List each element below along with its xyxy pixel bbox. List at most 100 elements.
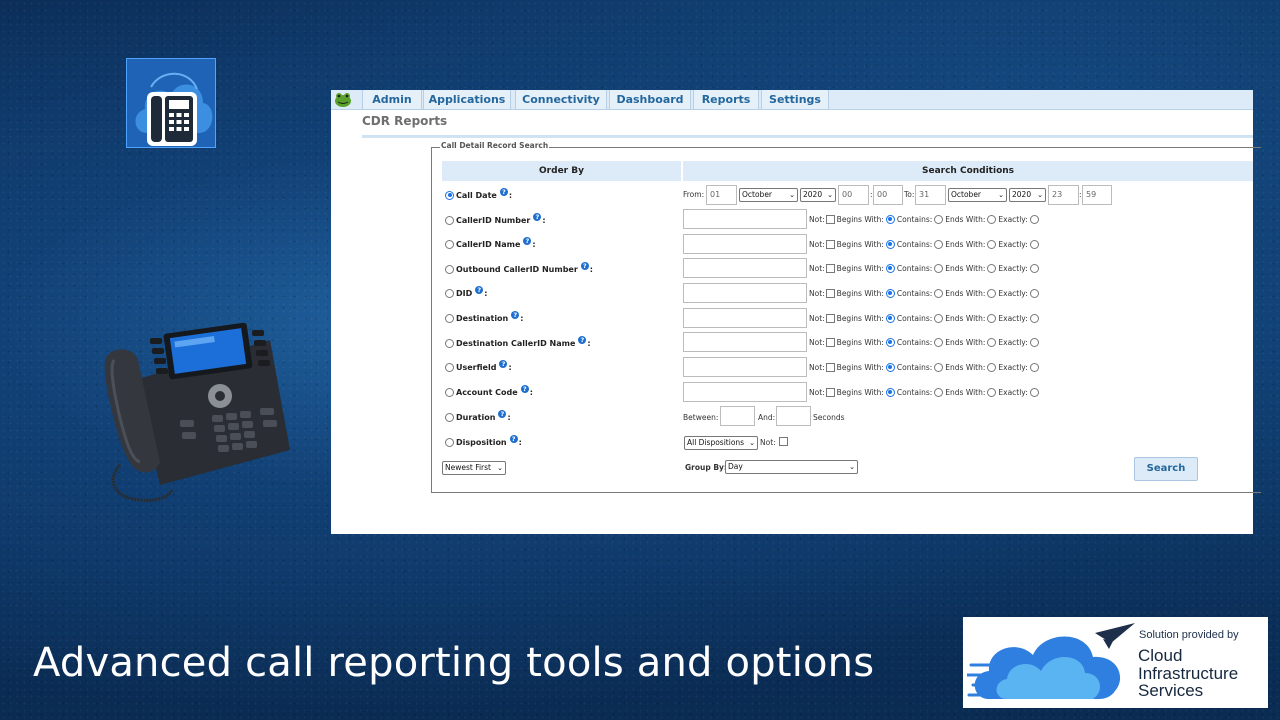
disposition-not-checkbox[interactable]: [779, 437, 788, 446]
order-duration[interactable]: Duration?:: [445, 410, 511, 424]
order-userfield[interactable]: Userfield?:: [445, 360, 512, 374]
order-destination-callerid-name[interactable]: Destination CallerID Name?:: [445, 336, 591, 350]
search-button[interactable]: Search: [1134, 457, 1198, 481]
ends-with-radio[interactable]: [934, 362, 944, 372]
menu-applications[interactable]: Applications: [423, 90, 511, 110]
help-icon[interactable]: ?: [580, 262, 589, 270]
group-by-select[interactable]: Day ⌄: [725, 460, 858, 474]
exactly-option-radio[interactable]: [1029, 263, 1039, 273]
to-month-select[interactable]: October ⌄: [948, 188, 1007, 202]
from-minute-input[interactable]: 00: [873, 185, 903, 205]
exactly-radio[interactable]: [987, 337, 997, 347]
exactly-radio[interactable]: [987, 313, 997, 323]
account-code-radio[interactable]: [445, 387, 454, 397]
help-icon[interactable]: ?: [509, 435, 518, 443]
exactly-option-radio[interactable]: [1029, 337, 1039, 347]
exactly-radio[interactable]: [987, 263, 997, 273]
contains-radio[interactable]: [885, 263, 895, 273]
exactly-option-radio[interactable]: [1029, 239, 1039, 249]
exactly-option-radio[interactable]: [1029, 313, 1039, 323]
not-checkbox[interactable]: [825, 387, 835, 397]
callerid-name-input[interactable]: [683, 234, 807, 254]
contains-radio[interactable]: [885, 337, 895, 347]
exactly-option-radio[interactable]: [1029, 214, 1039, 224]
menu-connectivity[interactable]: Connectivity: [515, 90, 607, 110]
exactly-radio[interactable]: [987, 362, 997, 372]
help-icon[interactable]: ?: [533, 213, 542, 221]
disposition-radio[interactable]: [445, 437, 454, 447]
menu-reports[interactable]: Reports: [693, 90, 759, 110]
ends-with-radio[interactable]: [934, 239, 944, 249]
not-checkbox[interactable]: [825, 288, 835, 298]
outbound-callerid-number-input[interactable]: [683, 258, 807, 278]
to-year-select[interactable]: 2020 ⌄: [1009, 188, 1046, 202]
userfield-radio[interactable]: [445, 362, 454, 372]
not-checkbox[interactable]: [825, 362, 835, 372]
help-icon[interactable]: ?: [511, 311, 520, 319]
duration-min-input[interactable]: [720, 406, 755, 426]
exactly-option-radio[interactable]: [1029, 387, 1039, 397]
not-checkbox[interactable]: [825, 239, 835, 249]
order-outbound-callerid-number[interactable]: Outbound CallerID Number?:: [445, 262, 593, 276]
not-checkbox[interactable]: [825, 214, 835, 224]
contains-radio[interactable]: [885, 239, 895, 249]
contains-radio[interactable]: [885, 214, 895, 224]
did-input[interactable]: [683, 283, 807, 303]
ends-with-radio[interactable]: [934, 263, 944, 273]
call-date-radio[interactable]: [445, 190, 454, 200]
order-disposition[interactable]: Disposition?:: [445, 435, 522, 449]
exactly-radio[interactable]: [987, 288, 997, 298]
contains-radio[interactable]: [885, 387, 895, 397]
contains-radio[interactable]: [885, 362, 895, 372]
order-destination[interactable]: Destination?:: [445, 311, 523, 325]
menu-admin[interactable]: Admin: [362, 90, 422, 110]
frog-logo-icon[interactable]: [333, 91, 353, 108]
callerid-number-radio[interactable]: [445, 215, 454, 225]
exactly-option-radio[interactable]: [1029, 288, 1039, 298]
ends-with-radio[interactable]: [934, 337, 944, 347]
exactly-radio[interactable]: [987, 214, 997, 224]
help-icon[interactable]: ?: [578, 336, 587, 344]
exactly-option-radio[interactable]: [1029, 362, 1039, 372]
callerid-name-radio[interactable]: [445, 239, 454, 249]
destination-callerid-name-input[interactable]: [683, 332, 807, 352]
ends-with-radio[interactable]: [934, 313, 944, 323]
sort-order-select[interactable]: Newest First ⌄: [442, 461, 506, 475]
to-hour-input[interactable]: 23: [1048, 185, 1079, 205]
from-year-select[interactable]: 2020 ⌄: [800, 188, 836, 202]
help-icon[interactable]: ?: [498, 410, 507, 418]
ends-with-radio[interactable]: [934, 288, 944, 298]
userfield-input[interactable]: [683, 357, 807, 377]
account-code-input[interactable]: [683, 382, 807, 402]
help-icon[interactable]: ?: [475, 286, 484, 294]
order-account-code[interactable]: Account Code?:: [445, 385, 533, 399]
duration-radio[interactable]: [445, 412, 454, 422]
outbound-callerid-number-radio[interactable]: [445, 264, 454, 274]
exactly-radio[interactable]: [987, 387, 997, 397]
contains-radio[interactable]: [885, 313, 895, 323]
not-checkbox[interactable]: [825, 337, 835, 347]
order-callerid-name[interactable]: CallerID Name?:: [445, 237, 536, 251]
menu-dashboard[interactable]: Dashboard: [609, 90, 691, 110]
duration-max-input[interactable]: [776, 406, 811, 426]
help-icon[interactable]: ?: [520, 385, 529, 393]
ends-with-radio[interactable]: [934, 214, 944, 224]
from-day-input[interactable]: 01: [706, 185, 737, 205]
order-call-date[interactable]: Call Date ?:: [445, 188, 512, 202]
destination-radio[interactable]: [445, 313, 454, 323]
help-icon[interactable]: ?: [499, 360, 508, 368]
did-radio[interactable]: [445, 288, 454, 298]
to-minute-input[interactable]: 59: [1082, 185, 1112, 205]
from-month-select[interactable]: October ⌄: [739, 188, 798, 202]
exactly-radio[interactable]: [987, 239, 997, 249]
destination-input[interactable]: [683, 308, 807, 328]
disposition-select[interactable]: All Dispositions ⌄: [684, 436, 758, 450]
not-checkbox[interactable]: [825, 263, 835, 273]
order-did[interactable]: DID?:: [445, 286, 487, 300]
destination-callerid-name-radio[interactable]: [445, 338, 454, 348]
not-checkbox[interactable]: [825, 313, 835, 323]
help-icon[interactable]: ?: [523, 237, 532, 245]
callerid-number-input[interactable]: [683, 209, 807, 229]
to-day-input[interactable]: 31: [915, 185, 946, 205]
ends-with-radio[interactable]: [934, 387, 944, 397]
